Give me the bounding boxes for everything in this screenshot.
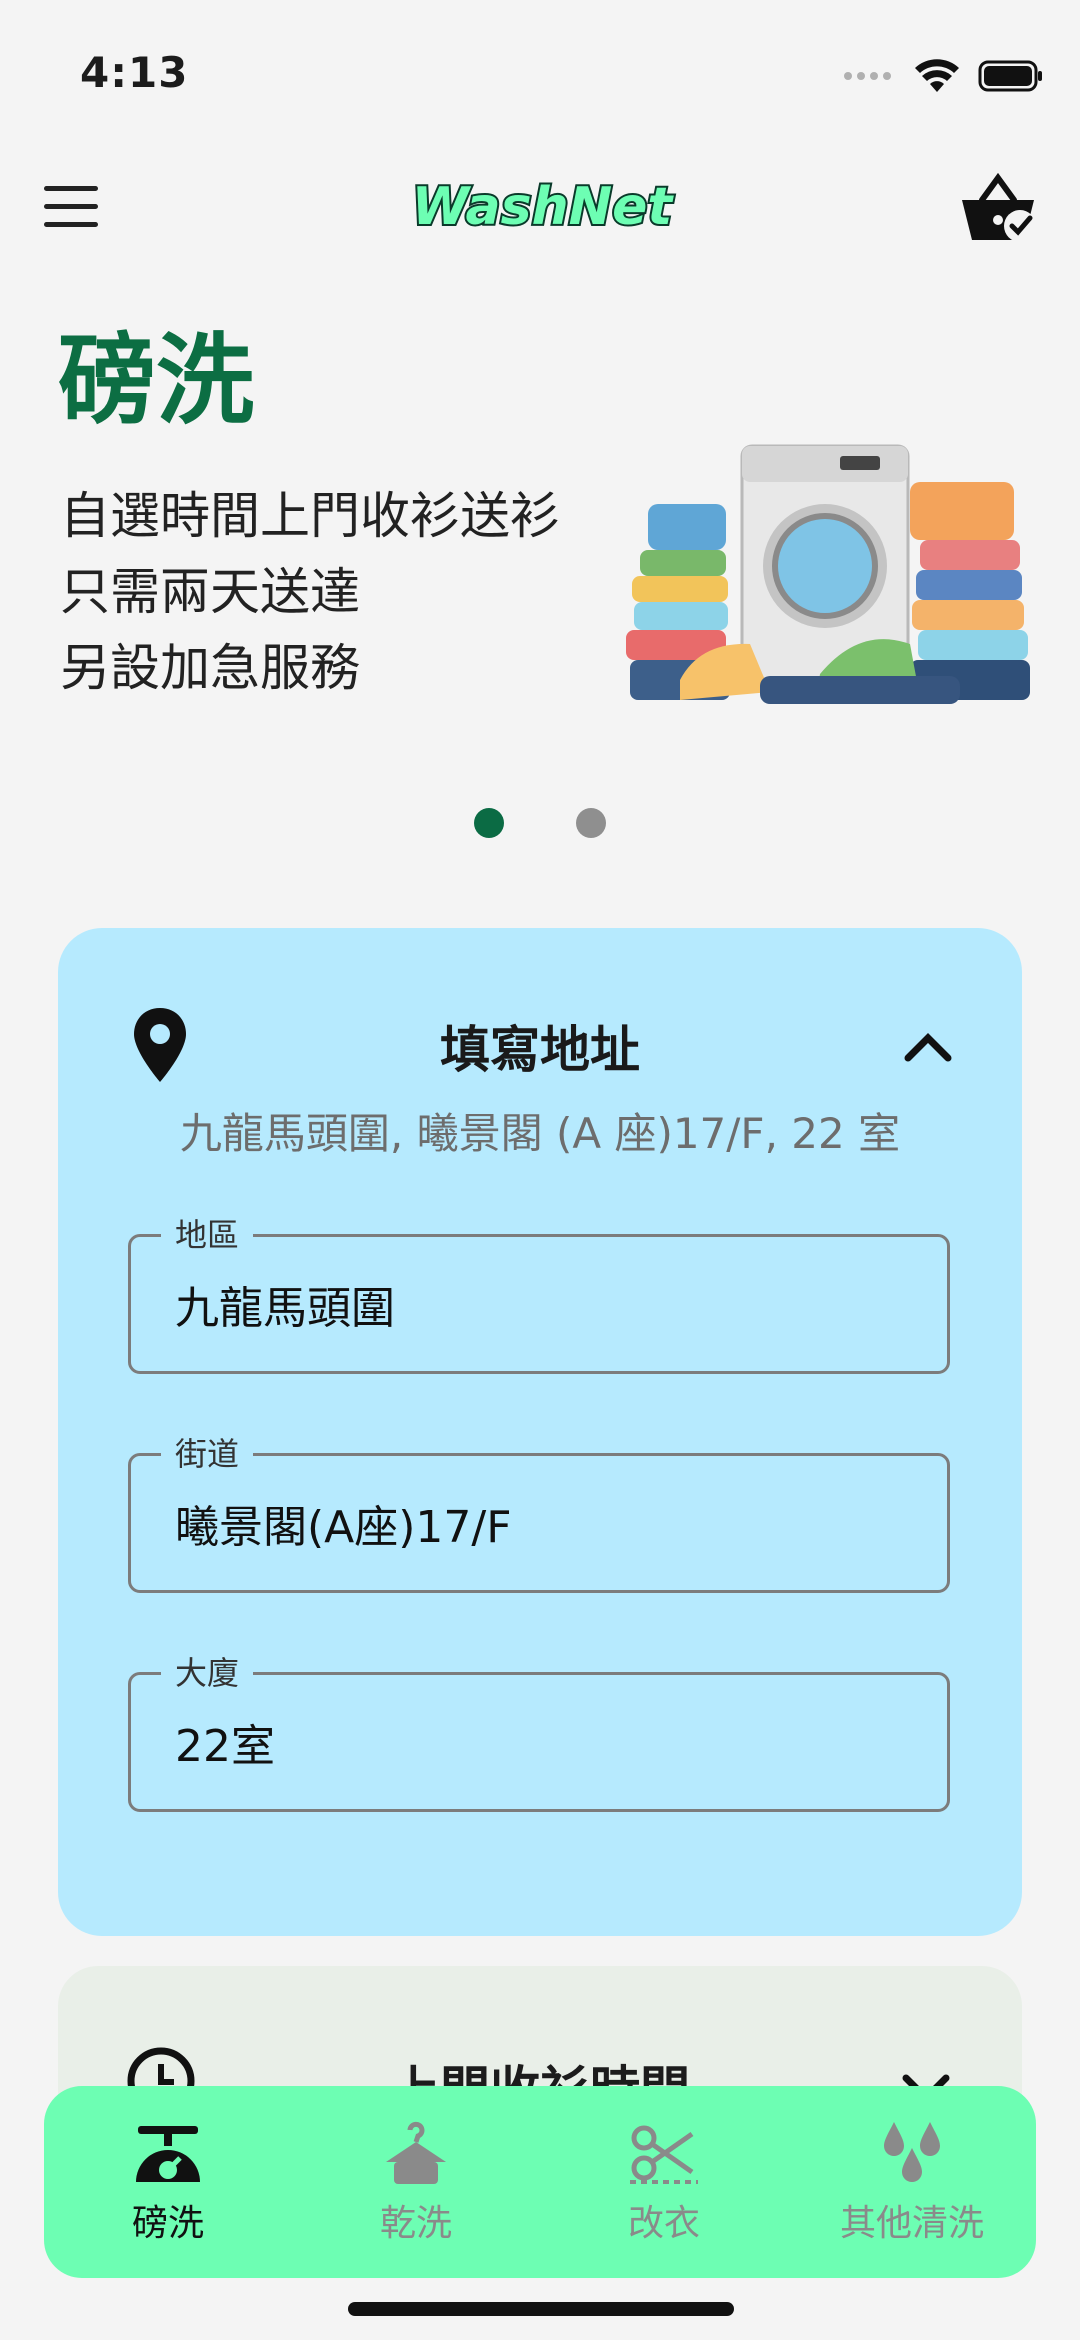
- nav-item-dry-clean[interactable]: 乾洗: [292, 2086, 540, 2278]
- hero-line: 另設加急服務: [60, 639, 360, 697]
- hero-title: 磅洗: [58, 324, 255, 438]
- building-input[interactable]: [175, 1675, 915, 1809]
- chevron-up-icon[interactable]: [900, 1020, 956, 1076]
- scale-icon: [136, 2126, 200, 2182]
- washing-machine-illustration: [626, 444, 1030, 704]
- district-field: 地區: [128, 1213, 950, 1374]
- hero-line: 自選時間上門收衫送衫: [60, 487, 560, 545]
- nav-label: 其他清洗: [839, 2203, 984, 2244]
- menu-button[interactable]: [44, 186, 104, 230]
- nav-label: 磅洗: [131, 2203, 204, 2244]
- basket-icon[interactable]: [958, 170, 1040, 248]
- menu-icon: [44, 186, 98, 191]
- logo-text: WashNet: [412, 177, 675, 237]
- nav-label: 乾洗: [379, 2203, 452, 2244]
- address-summary: 九龍馬頭圍, 曦景閣 (A 座)17/F, 22 室: [179, 1109, 901, 1158]
- nav-item-alterations[interactable]: 改衣: [540, 2086, 788, 2278]
- nav-item-weigh-wash[interactable]: 磅洗: [44, 2086, 292, 2278]
- district-input[interactable]: [175, 1237, 915, 1371]
- signal-icon: [844, 72, 891, 80]
- carousel-dot[interactable]: [576, 808, 606, 838]
- hero-description: 自選時間上門收衫送衫 只需兩天送達 另設加急服務: [60, 478, 560, 706]
- street-field: 街道: [128, 1432, 950, 1593]
- nav-label: 改衣: [627, 2203, 700, 2244]
- bottom-navigation: 磅洗 乾洗 改衣 其他清洗: [44, 2086, 1036, 2278]
- washnet-logo: WashNet: [410, 175, 677, 239]
- status-time: 4:13: [80, 48, 189, 97]
- home-indicator: [348, 2302, 734, 2316]
- carousel-dot-active[interactable]: [474, 808, 504, 838]
- wifi-icon: [915, 59, 959, 92]
- nav-item-other-cleaning[interactable]: 其他清洗: [788, 2086, 1036, 2278]
- building-field: 大廈: [128, 1651, 950, 1812]
- street-input[interactable]: [175, 1456, 915, 1590]
- carousel-dots: [0, 808, 1080, 838]
- battery-icon: [978, 60, 1042, 92]
- scissors-icon: [630, 2125, 698, 2184]
- hanger-icon: [386, 2121, 446, 2184]
- status-icons: [842, 58, 1044, 94]
- hero-line: 只需兩天送達: [60, 563, 360, 621]
- drops-icon: [884, 2122, 940, 2182]
